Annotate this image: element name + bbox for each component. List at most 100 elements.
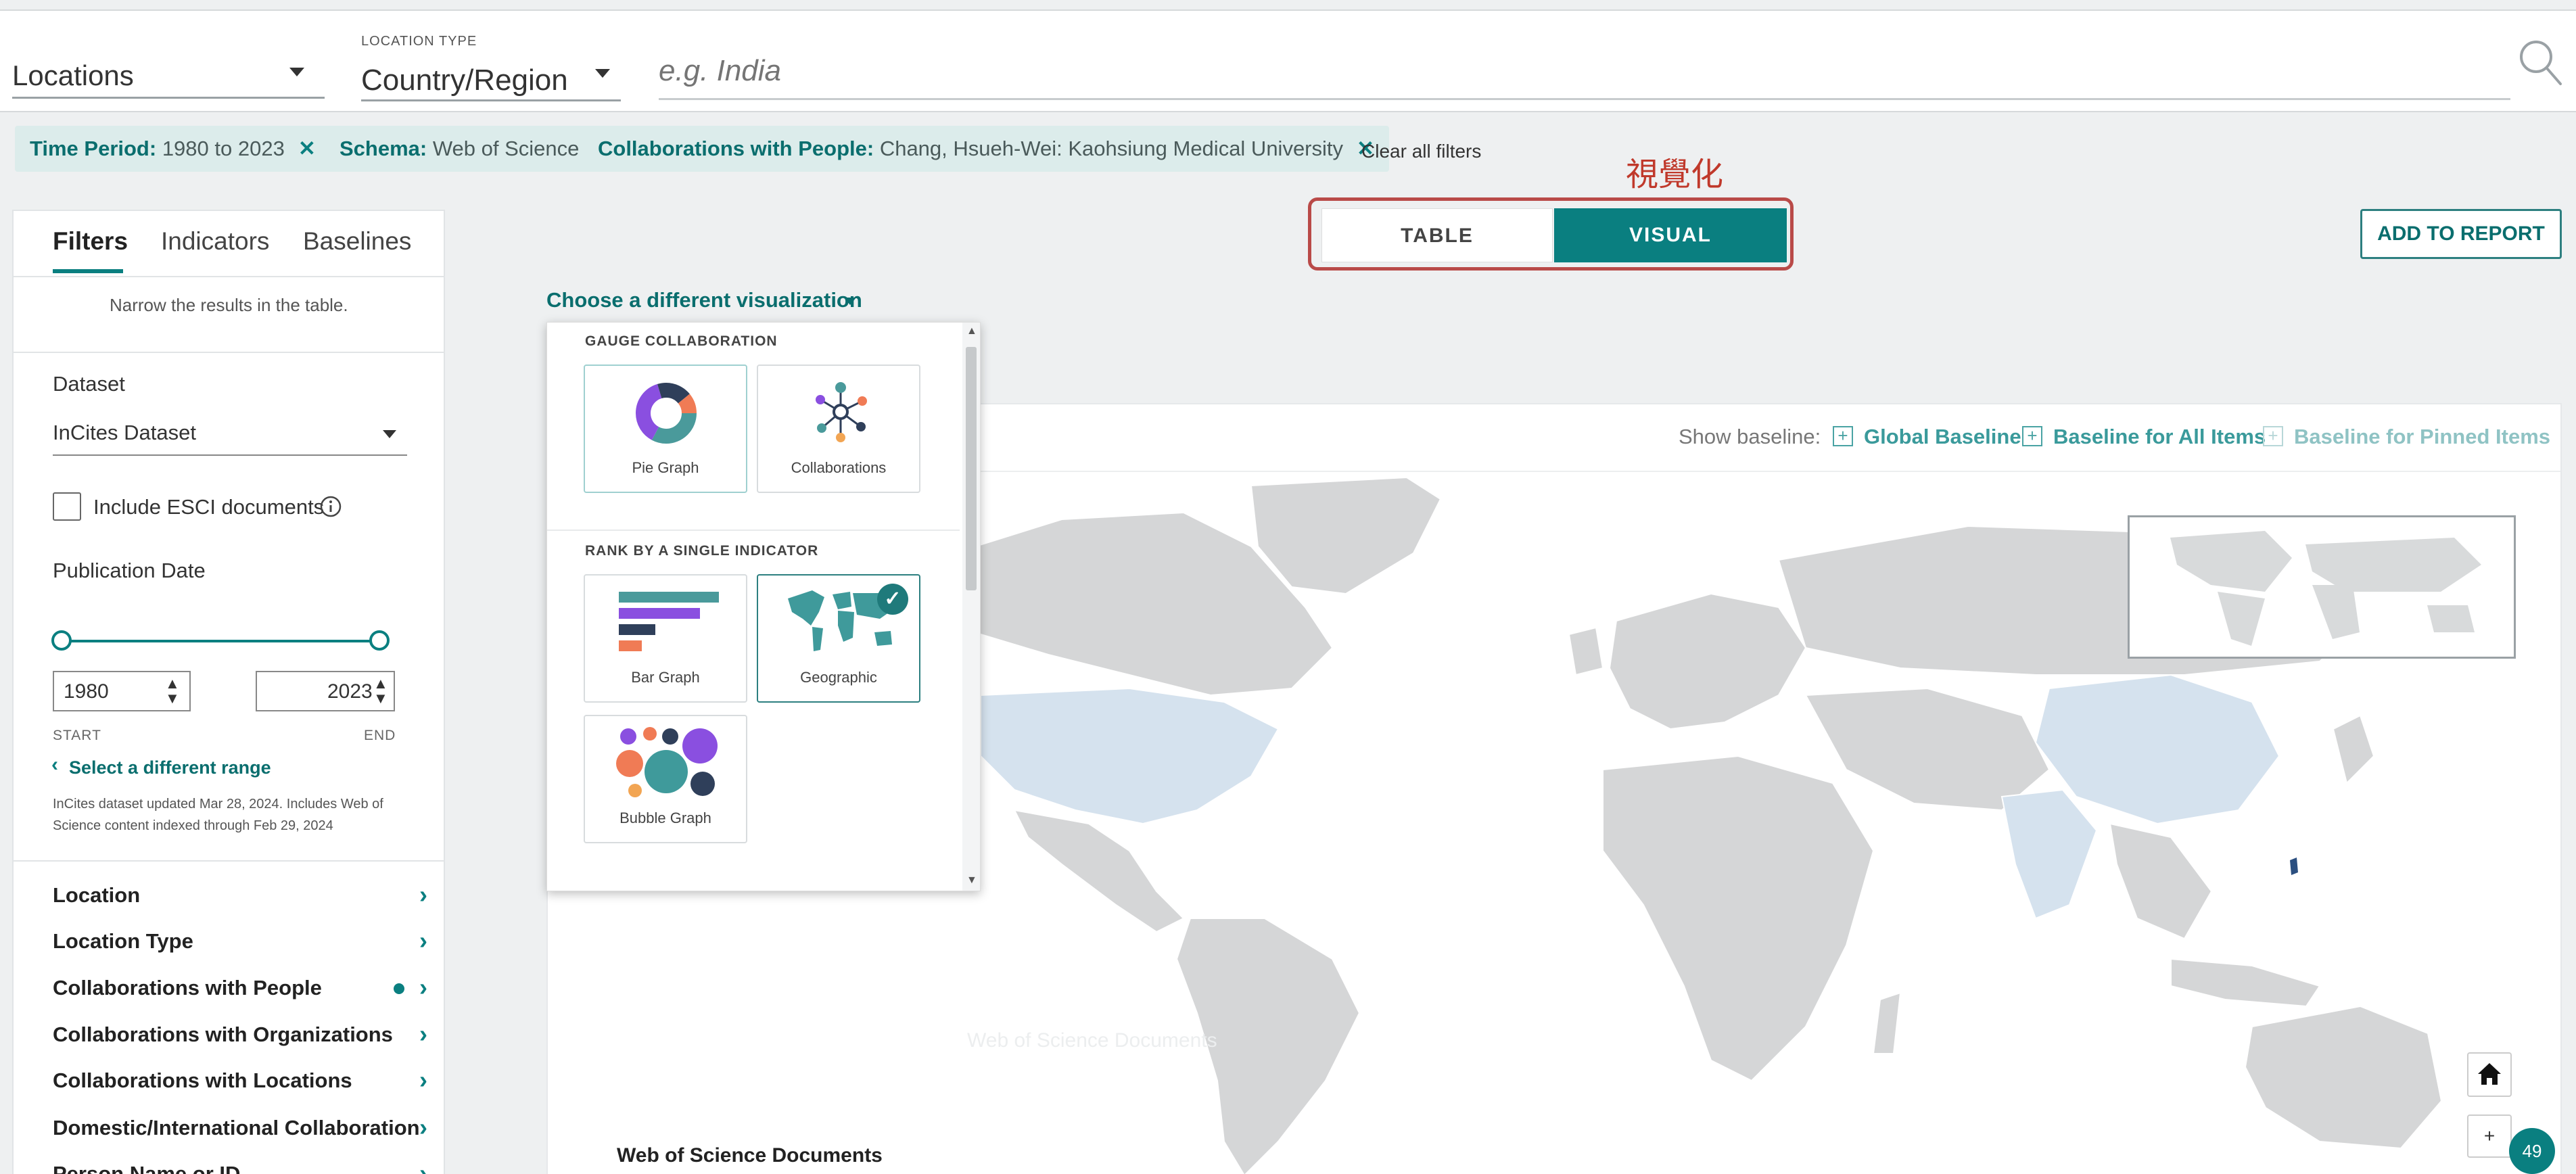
end-year-value: 2023 <box>327 680 373 703</box>
dataset-select[interactable]: InCites Dataset <box>53 414 407 456</box>
facet-location[interactable]: Location <box>53 883 140 908</box>
end-label: END <box>364 728 396 743</box>
plus-box-icon[interactable]: + <box>2022 426 2042 446</box>
map-legend-title: Web of Science Documents <box>617 1144 883 1167</box>
filters-sidebar: Filters Indicators Baselines Narrow the … <box>12 210 445 1174</box>
chevron-down-icon <box>289 68 304 76</box>
scroll-thumb[interactable] <box>966 347 977 590</box>
esci-checkbox[interactable] <box>53 492 81 521</box>
viz-card-label: Pie Graph <box>632 459 699 476</box>
visualization-menu: GAUGE COLLABORATION Pie Graph Collaborat… <box>546 322 981 891</box>
chevron-down-icon <box>595 69 610 78</box>
search-icon[interactable] <box>2517 38 2563 87</box>
facet-collaborations-people[interactable]: Collaborations with People <box>53 976 322 1000</box>
visual-view-button[interactable]: VISUAL <box>1554 208 1787 262</box>
tab-baselines[interactable]: Baselines <box>303 227 411 256</box>
close-icon[interactable]: ✕ <box>298 137 316 160</box>
end-year-input[interactable]: 2023 ▲ ▼ <box>256 671 395 711</box>
chevron-right-icon[interactable]: › <box>419 1066 427 1094</box>
pie-graph-icon <box>636 383 697 444</box>
overview-minimap[interactable] <box>2128 515 2516 659</box>
esci-label: Include ESCI documents <box>93 495 325 519</box>
info-icon[interactable] <box>319 495 342 518</box>
chip-key: Collaborations with People: <box>598 137 874 160</box>
chip-key: Time Period: <box>30 137 157 160</box>
viz-card-bar-graph[interactable]: Bar Graph <box>584 574 747 703</box>
tab-indicators[interactable]: Indicators <box>161 227 269 256</box>
start-year-value: 1980 <box>64 680 109 703</box>
start-label: START <box>53 728 101 743</box>
active-filter-dot <box>394 983 404 994</box>
facet-collaborations-organizations[interactable]: Collaborations with Organizations <box>53 1023 393 1047</box>
search-bar: Locations LOCATION TYPE Country/Region <box>0 9 2576 112</box>
entity-select[interactable]: Locations <box>12 43 325 99</box>
divider <box>14 860 444 862</box>
network-icon <box>816 382 867 442</box>
section-gauge-collaboration: GAUGE COLLABORATION <box>585 333 778 349</box>
date-range-track <box>62 640 380 642</box>
viz-card-collaborations[interactable]: Collaborations <box>757 365 920 493</box>
viz-card-geographic[interactable]: ✓ Geographic <box>757 574 920 703</box>
chevron-right-icon[interactable]: › <box>419 973 427 1002</box>
start-year-input[interactable]: 1980 ▲ ▼ <box>53 671 191 711</box>
location-type-label: LOCATION TYPE <box>361 34 477 49</box>
scroll-down-icon[interactable]: ▼ <box>966 874 977 887</box>
viz-card-label: Bar Graph <box>631 669 700 686</box>
add-to-report-button[interactable]: ADD TO REPORT <box>2360 209 2562 259</box>
viz-card-bubble-graph[interactable]: Bubble Graph <box>584 715 747 843</box>
chevron-right-icon[interactable]: › <box>419 926 427 955</box>
entity-select-value: Locations <box>12 60 134 91</box>
choose-visualization-link[interactable]: Choose a different visualization <box>546 288 862 312</box>
chevron-right-icon[interactable]: › <box>419 1020 427 1048</box>
plus-box-icon[interactable]: + <box>1833 426 1853 446</box>
chevron-left-icon: ‹ <box>51 753 58 776</box>
dataset-label: Dataset <box>53 372 125 396</box>
section-rank-single-indicator: RANK BY A SINGLE INDICATOR <box>585 543 819 559</box>
chevron-right-icon[interactable]: › <box>419 880 427 909</box>
global-baseline-toggle[interactable]: Global Baseline <box>1864 425 2021 449</box>
bubble-graph-icon <box>616 727 718 797</box>
facet-collaborations-locations[interactable]: Collaborations with Locations <box>53 1069 352 1093</box>
all-items-baseline-toggle[interactable]: Baseline for All Items <box>2053 425 2266 449</box>
notification-badge[interactable]: 49 <box>2509 1128 2555 1174</box>
map-faded-label: Web of Science Documents <box>967 1029 1217 1052</box>
zoom-in-button[interactable]: + <box>2467 1114 2512 1158</box>
chevron-down-icon[interactable] <box>844 298 856 305</box>
facet-location-type[interactable]: Location Type <box>53 929 193 954</box>
chevron-right-icon[interactable]: › <box>419 1113 427 1142</box>
viz-card-pie-graph[interactable]: Pie Graph <box>584 365 747 493</box>
range-end-handle[interactable] <box>369 630 390 651</box>
stepper-icon[interactable]: ▲ ▼ <box>165 676 180 706</box>
chip-schema: Schema: Web of Science <box>325 126 594 172</box>
stepper-icon[interactable]: ▲ ▼ <box>373 676 388 706</box>
plus-box-icon[interactable]: + <box>2263 426 2283 446</box>
pinned-baseline-toggle[interactable]: Baseline for Pinned Items <box>2294 425 2550 449</box>
facet-domestic-international[interactable]: Domestic/International Collaboration <box>53 1116 420 1140</box>
annotation-label: 視覺化 <box>1626 157 1724 193</box>
search-input[interactable] <box>659 43 2510 100</box>
location-type-select[interactable]: Country/Region <box>361 51 621 101</box>
chip-value: Chang, Hsueh-Wei: Kaohsiung Medical Univ… <box>874 137 1344 160</box>
bar-graph-icon <box>619 592 719 651</box>
chip-key: Schema: <box>339 137 427 160</box>
clear-all-filters-link[interactable]: Clear all filters <box>1361 141 1481 162</box>
menu-scrollbar[interactable]: ▲ ▼ <box>962 323 980 891</box>
viz-card-label: Bubble Graph <box>619 809 711 826</box>
chip-value: 1980 to 2023 <box>156 137 285 160</box>
chip-value: Web of Science <box>427 137 580 160</box>
scroll-up-icon[interactable]: ▲ <box>966 325 977 337</box>
tab-filters[interactable]: Filters <box>53 227 128 256</box>
location-type-value: Country/Region <box>361 64 568 97</box>
divider <box>14 276 444 277</box>
sidebar-hint: Narrow the results in the table. <box>110 295 348 315</box>
selected-check-icon: ✓ <box>877 584 908 615</box>
range-start-handle[interactable] <box>51 630 72 651</box>
update-note-line2: Science content indexed through Feb 29, … <box>53 818 333 833</box>
table-view-button[interactable]: TABLE <box>1321 208 1553 262</box>
publication-date-label: Publication Date <box>53 559 206 582</box>
facet-person-name[interactable]: Person Name or ID <box>53 1162 240 1174</box>
chevron-right-icon[interactable]: › <box>419 1159 427 1174</box>
viz-card-label: Collaborations <box>791 459 887 476</box>
select-range-link[interactable]: Select a different range <box>69 757 271 778</box>
map-home-button[interactable] <box>2467 1052 2512 1097</box>
